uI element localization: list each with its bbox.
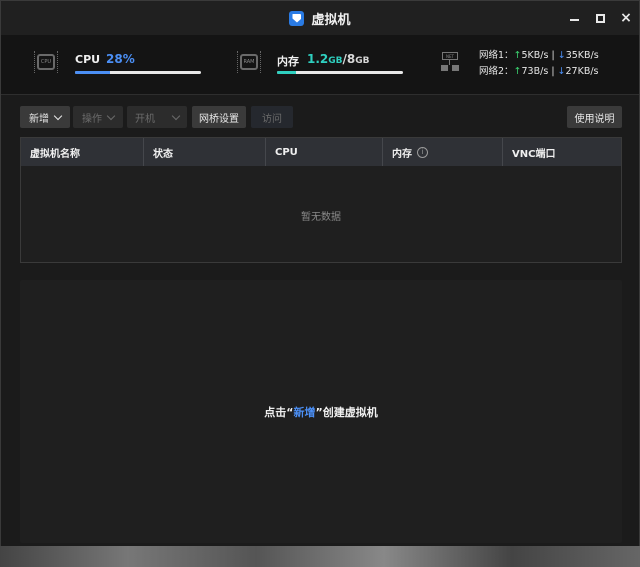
column-header-vnc-port[interactable]: VNC端口 bbox=[503, 138, 621, 166]
memory-usage-bar bbox=[277, 71, 403, 74]
title-bar[interactable]: 虚拟机 × bbox=[1, 1, 639, 35]
upload-arrow-icon: ↑ bbox=[513, 66, 522, 77]
cpu-usage-bar bbox=[75, 71, 201, 74]
column-header-memory[interactable]: 内存 i bbox=[383, 138, 503, 166]
maximize-icon[interactable] bbox=[595, 13, 605, 23]
empty-state-text: 暂无数据 bbox=[301, 212, 341, 223]
operate-dropdown-button[interactable]: 操作 bbox=[73, 106, 123, 128]
memory-label: 内存 bbox=[277, 55, 299, 68]
download-arrow-icon: ↓ bbox=[557, 50, 566, 61]
bridge-settings-button[interactable]: 网桥设置 bbox=[192, 106, 246, 128]
minimize-icon[interactable] bbox=[569, 13, 579, 23]
add-vm-link[interactable]: 新增 bbox=[294, 406, 316, 419]
visit-button[interactable]: 访问 bbox=[251, 106, 293, 128]
column-header-status[interactable]: 状态 bbox=[144, 138, 266, 166]
create-vm-hint-panel: 点击“新增”创建虚拟机 bbox=[20, 280, 622, 543]
column-header-cpu[interactable]: CPU bbox=[266, 138, 383, 166]
download-arrow-icon: ↓ bbox=[557, 66, 566, 77]
network-2-row: 网络2：↑73B/s | ↓27KB/s bbox=[479, 66, 599, 77]
ram-chip-icon: RAM bbox=[237, 51, 261, 73]
cpu-usage-bar-fill bbox=[75, 71, 111, 74]
chevron-down-icon bbox=[106, 111, 116, 120]
vm-window: 虚拟机 × CPU CPU 28% RAM 内存 1.2GB/8GB NET 网… bbox=[0, 0, 640, 567]
cpu-chip-icon: CPU bbox=[34, 51, 58, 73]
column-header-name[interactable]: 虚拟机名称 bbox=[21, 138, 144, 166]
table-header: 虚拟机名称 状态 CPU 内存 i VNC端口 bbox=[21, 138, 621, 166]
resource-stats-bar: CPU CPU 28% RAM 内存 1.2GB/8GB NET 网络1：↑5K… bbox=[1, 35, 639, 95]
upload-arrow-icon: ↑ bbox=[513, 50, 522, 61]
window-title: 虚拟机 bbox=[311, 12, 351, 28]
cpu-usage-value: 28% bbox=[106, 52, 135, 66]
window-controls: × bbox=[569, 1, 632, 35]
memory-usage-bar-fill bbox=[277, 71, 296, 74]
chevron-down-icon bbox=[171, 111, 181, 120]
create-vm-hint: 点击“新增”创建虚拟机 bbox=[264, 406, 378, 419]
vm-table: 虚拟机名称 状态 CPU 内存 i VNC端口 暂无数据 bbox=[20, 137, 622, 263]
power-on-split-button[interactable]: 开机 bbox=[127, 106, 187, 128]
desktop-background-strip bbox=[0, 546, 640, 567]
info-icon[interactable]: i bbox=[417, 146, 428, 158]
network-icon: NET bbox=[439, 51, 461, 73]
memory-usage-value: 1.2GB/8GB bbox=[307, 52, 370, 66]
cpu-label: CPU bbox=[75, 53, 101, 66]
usage-guide-button[interactable]: 使用说明 bbox=[567, 106, 622, 128]
vm-app-icon bbox=[289, 10, 305, 26]
network-1-row: 网络1：↑5KB/s | ↓35KB/s bbox=[479, 50, 599, 61]
chevron-down-icon bbox=[53, 111, 63, 120]
add-vm-dropdown-button[interactable]: 新增 bbox=[20, 106, 70, 128]
close-icon[interactable]: × bbox=[620, 11, 632, 25]
